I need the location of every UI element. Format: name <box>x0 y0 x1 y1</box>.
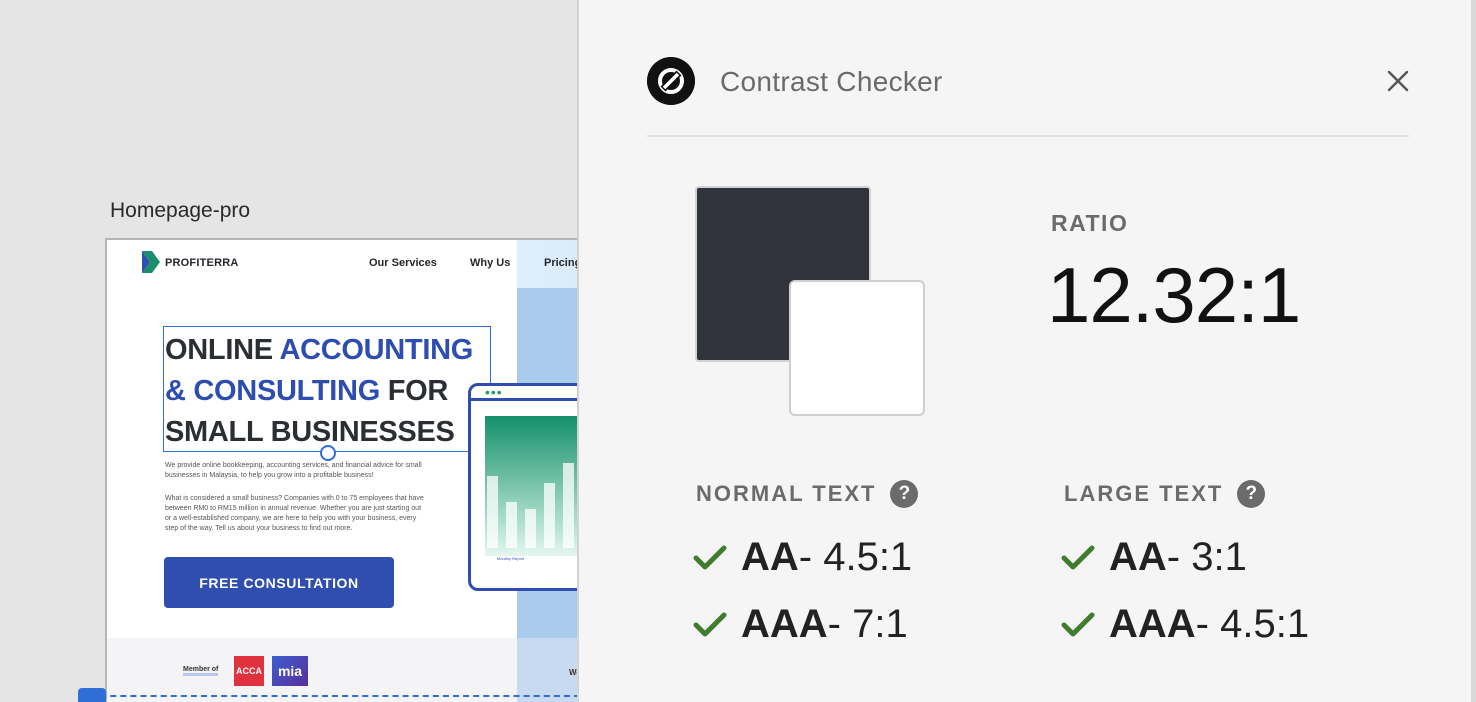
check-icon <box>693 612 727 636</box>
mockup-caption: Monthly Report <box>497 556 525 561</box>
plugin-logo-icon <box>647 57 695 105</box>
check-icon <box>1061 612 1095 636</box>
large-text-section: LARGE TEXT ? <box>1064 480 1266 508</box>
window-dots-icon: ••• <box>485 384 503 400</box>
contrast-checker-panel: Contrast Checker RATIO 12.32:1 NORMAL TE… <box>577 0 1471 702</box>
selection-box <box>163 326 491 452</box>
large-aa-result: AA - 3:1 <box>1061 535 1247 580</box>
threshold-label: - 7:1 <box>827 602 908 646</box>
artboard-selection-edge <box>80 695 580 697</box>
mia-logo: mia <box>272 656 308 686</box>
threshold-label: - 4.5:1 <box>798 535 913 579</box>
window-edge <box>1471 0 1476 702</box>
mockup-bar <box>563 463 574 548</box>
check-icon <box>1061 545 1095 569</box>
artboard-resize-handle[interactable] <box>78 688 106 702</box>
level-label: AA <box>741 535 799 579</box>
help-icon[interactable]: ? <box>890 480 919 508</box>
free-consultation-button[interactable]: FREE CONSULTATION <box>164 557 394 608</box>
acca-logo: ACCA <box>234 656 264 686</box>
mockup-bar <box>506 502 517 548</box>
profiterra-logo-icon <box>142 251 160 273</box>
ratio-value: 12.32:1 <box>1047 251 1301 339</box>
normal-aa-result: AA - 4.5:1 <box>693 535 912 580</box>
header-divider <box>647 135 1409 137</box>
help-icon[interactable]: ? <box>1237 480 1266 508</box>
ratio-label: RATIO <box>1051 210 1129 236</box>
mockup-bar <box>525 509 536 548</box>
nav-why-us[interactable]: Why Us <box>470 257 510 269</box>
member-of-label: Member of <box>183 666 219 676</box>
nav-pricing[interactable]: Pricing <box>544 257 581 269</box>
close-icon[interactable] <box>1383 66 1413 96</box>
level-label: AA <box>1109 535 1167 579</box>
mockup-bar <box>487 476 498 548</box>
hero-paragraph-2: What is considered a small business? Com… <box>165 495 424 532</box>
level-label: AAA <box>741 602 828 646</box>
threshold-label: - 4.5:1 <box>1195 602 1310 646</box>
artboard-name[interactable]: Homepage-pro <box>110 199 250 223</box>
normal-text-section: NORMAL TEXT ? <box>696 480 919 508</box>
nav-our-services[interactable]: Our Services <box>369 257 437 269</box>
brand-name: PROFITERRA <box>165 257 239 269</box>
check-icon <box>693 545 727 569</box>
threshold-label: - 3:1 <box>1166 535 1247 579</box>
level-label: AAA <box>1109 602 1196 646</box>
normal-aaa-result: AAA - 7:1 <box>693 602 908 647</box>
normal-text-label: NORMAL TEXT <box>696 481 877 506</box>
background-color-swatch[interactable] <box>789 280 925 416</box>
selection-handle[interactable] <box>320 445 336 461</box>
large-text-label: LARGE TEXT <box>1064 481 1224 506</box>
hero-paragraph-1: We provide online bookkeeping, accountin… <box>165 462 422 479</box>
large-aaa-result: AAA - 4.5:1 <box>1061 602 1309 647</box>
mockup-bar <box>544 483 555 548</box>
panel-title: Contrast Checker <box>720 66 943 97</box>
